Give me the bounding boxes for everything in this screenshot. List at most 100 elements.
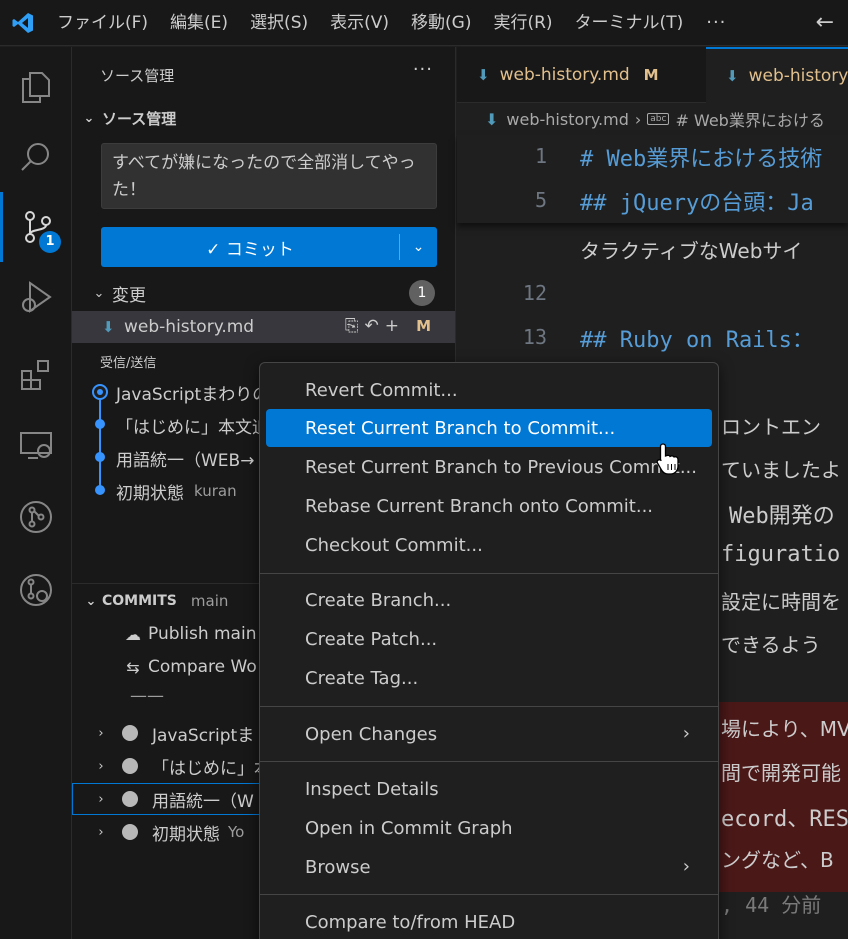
menu-file[interactable]: ファイル(F) [46,0,159,46]
tab-label: web-history.md [499,65,630,85]
code-line[interactable]: できるよう [721,629,821,658]
code-line[interactable]: figuratio [721,542,840,567]
source-control-icon[interactable]: 1 [0,192,72,262]
breadcrumb-file[interactable]: web-history.md [506,110,628,129]
code-line[interactable]: Web開発の [729,498,835,530]
compare-working-tree-label: Compare Wo [148,657,257,677]
changed-file-row[interactable]: ⬇ web-history.md ⎘↶+ M [72,311,455,343]
menu-item-create-patch[interactable]: Create Patch... [266,620,712,658]
explorer-icon[interactable] [0,52,72,122]
code-line[interactable]: 場により、MV [721,713,848,742]
commit-message-input[interactable]: すべてが嫌になったので全部消してやった！ [101,143,437,209]
markdown-file-icon: ⬇ [726,67,739,85]
code-line[interactable]: ロントエン [721,411,821,440]
tab-web-history-md[interactable]: ⬇ web-history.md M [457,47,703,103]
menu-more-button[interactable]: ··· [694,0,738,46]
extensions-icon[interactable] [0,340,72,410]
line-number: 1 [534,144,547,168]
menu-item-rebase-onto-commit[interactable]: Rebase Current Branch onto Commit... [266,487,712,525]
menu-item-revert-commit[interactable]: Revert Commit... [266,371,712,409]
graph-commit-message: 初期状態 [116,483,184,504]
scm-section-label: ソース管理 [102,109,177,128]
code-line[interactable]: 設定に時間を [721,586,841,615]
cloud-upload-icon: ☁ [125,624,141,644]
run-debug-icon[interactable] [0,262,72,332]
discard-changes-icon[interactable]: ↶ [365,316,385,336]
menu-separator [260,761,718,762]
menu-run[interactable]: 実行(R) [482,0,563,46]
commit-list-divider-text: —— [130,686,164,706]
chevron-down-icon: ⌄ [85,593,97,609]
code-line[interactable]: ## Ruby on Rails： [580,322,814,354]
open-file-icon[interactable]: ⎘ [345,316,365,336]
tab-modified-badge: M [643,66,659,84]
source-control-badge: 1 [39,231,61,253]
commit-dropdown-chevron-icon[interactable]: ⌄ [400,239,437,255]
gitlens-icon[interactable] [0,555,72,625]
incoming-outgoing-header: 受信/送信 [100,356,157,371]
breadcrumb-symbol[interactable]: # Web業界における [675,107,824,131]
commits-section-header[interactable]: ⌄ COMMITS main [80,587,229,615]
changes-header[interactable]: ⌄ 変更 [86,279,456,307]
code-line[interactable]: ## jQueryの台頭：Ja [580,185,814,217]
author-avatar [122,758,138,774]
back-arrow-icon[interactable]: ← [816,0,834,46]
graph-commit-message: 用語統一（WEB→ [116,450,255,471]
code-line[interactable]: 間で開発可能 [721,757,841,786]
sidebar-more-button[interactable]: ··· [413,59,433,80]
menu-terminal[interactable]: ターミナル(T) [564,0,695,46]
git-graph-icon[interactable] [0,482,72,552]
commit-message: 用語統一（W [152,791,254,812]
search-icon[interactable] [0,122,72,192]
menu-view[interactable]: 表示(V) [319,0,400,46]
menu-item-browse[interactable]: Browse › [266,848,712,886]
menu-selection[interactable]: 選択(S) [239,0,319,46]
menu-item-reset-branch-to-commit[interactable]: Reset Current Branch to Commit... [266,409,712,447]
commit-button-label: ✓ コミット [206,239,294,260]
menu-separator [260,894,718,895]
menu-item-compare-to-head[interactable]: Compare to/from HEAD [266,903,712,939]
code-line[interactable]: # Web業界における技術 [580,141,822,173]
graph-commit-author: kuran [194,482,237,500]
sidebar-title: ソース管理 [100,67,175,85]
graph-node [95,419,105,429]
breadcrumb-separator-icon: › [634,109,642,129]
menu-separator [260,573,718,574]
file-status-badge: M [416,317,431,335]
author-avatar [122,824,138,840]
author-avatar [122,725,138,741]
file-actions: ⎘↶+ [345,316,405,336]
blame-annotation: , 44 分前 [721,893,822,917]
menu-item-create-tag[interactable]: Create Tag... [266,659,712,697]
stage-changes-icon[interactable]: + [385,316,405,336]
commit-button[interactable]: ✓ コミット ⌄ [101,227,437,267]
scm-section-header[interactable]: ⌄ ソース管理 [72,103,456,133]
menu-item-inspect-details[interactable]: Inspect Details [266,770,712,808]
menu-separator [260,706,718,707]
menu-item-label: Open Changes [305,723,438,745]
menu-go[interactable]: 移動(G) [400,0,482,46]
line-number: 12 [522,281,547,305]
code-line[interactable]: ecord、RES [721,801,848,833]
menu-edit[interactable]: 編集(E) [159,0,239,46]
vscode-logo-icon [0,0,46,46]
breadcrumb: ⬇ web-history.md › abc # Web業界における [485,105,825,133]
graph-commit-message: JavaScriptまわりの [116,384,270,405]
activity-bar: 1 [0,47,72,939]
code-line[interactable]: ングなど、B [721,844,834,873]
menu-item-create-branch[interactable]: Create Branch... [266,581,712,619]
commit-message: 初期状態 [152,824,220,845]
menu-item-checkout-commit[interactable]: Checkout Commit... [266,526,712,564]
menu-item-reset-branch-to-previous-commit[interactable]: Reset Current Branch to Previous Commit.… [266,448,712,486]
menu-item-open-changes[interactable]: Open Changes › [266,715,712,753]
commits-branch-label: main [190,592,229,610]
code-line[interactable]: タラクティブなWebサイ [580,235,802,264]
chevron-right-icon: › [98,758,104,774]
menu-item-label: Browse [305,856,371,878]
tab-web-history-diff[interactable]: ⬇ web-history [706,47,848,103]
commits-section-label: COMMITS [102,593,177,609]
remote-explorer-icon[interactable] [0,410,72,480]
symbol-string-icon: abc [647,113,670,125]
menu-item-open-in-commit-graph[interactable]: Open in Commit Graph [266,809,712,847]
code-line[interactable]: ていましたよ [721,454,841,483]
